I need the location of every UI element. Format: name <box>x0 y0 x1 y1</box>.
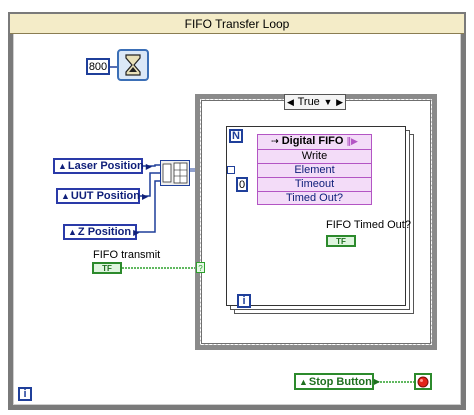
uut-position-control[interactable]: ▲ UUT Position ▶ <box>56 188 148 204</box>
wire-z <box>137 180 160 233</box>
terminal-arrow-icon: ▶ <box>145 161 152 171</box>
fifo-queue-icon: ∥▶ <box>346 136 358 146</box>
fifo-timed-out-label: FIFO Timed Out? <box>326 219 411 231</box>
timeout-constant[interactable]: 0 <box>236 177 248 192</box>
build-array-icon <box>162 162 188 184</box>
while-loop-iteration-terminal: i <box>18 387 32 401</box>
hourglass-icon <box>125 54 141 76</box>
laser-position-control[interactable]: ▲ Laser Position ▶ <box>53 158 152 174</box>
dropdown-arrow-icon[interactable]: ▼ <box>323 97 332 107</box>
terminal-arrow-icon: ▶ <box>133 227 140 237</box>
terminal-arrow-icon: ▶ <box>141 191 149 201</box>
case-selector-terminal[interactable]: ? <box>196 262 205 273</box>
fifo-header: ⇢ Digital FIFO ∥▶ <box>258 135 371 148</box>
loop-condition-terminal[interactable] <box>414 373 432 390</box>
z-position-control[interactable]: ▲ Z Position ▶ <box>63 224 140 240</box>
stop-button-control[interactable]: ▲ Stop Button ▶ <box>294 373 380 390</box>
build-array-node[interactable] <box>160 160 190 186</box>
stop-led-icon <box>417 376 429 387</box>
fifo-transmit-control[interactable]: TF <box>92 262 122 274</box>
wait-ms-constant[interactable]: 800 <box>86 58 110 75</box>
wait-timer-icon[interactable] <box>117 49 149 81</box>
increment-arrow-icon[interactable]: ▶ <box>336 97 343 108</box>
fifo-transmit-label: FIFO transmit <box>93 249 161 261</box>
digital-fifo-write-node[interactable]: ⇢ Digital FIFO ∥▶ Write Element Timeout … <box>257 134 372 205</box>
fifo-timed-out-indicator[interactable]: TF <box>326 235 356 247</box>
for-loop-count-terminal[interactable]: N <box>229 129 243 143</box>
terminal-arrow-icon: ▶ <box>373 377 381 386</box>
for-loop-iteration-terminal: i <box>237 294 251 308</box>
fifo-method: Write <box>258 149 371 163</box>
arrow-icon: ▲ <box>68 227 77 237</box>
arrow-icon: ▲ <box>299 376 308 387</box>
fifo-timed-out-terminal[interactable]: Timed Out? <box>258 191 371 205</box>
arrow-icon: ▲ <box>61 191 70 201</box>
case-selector[interactable]: ◀ True ▼ ▶ <box>284 94 346 110</box>
fifo-timeout-terminal[interactable]: Timeout <box>258 177 371 191</box>
arrow-icon: ▲ <box>58 161 67 171</box>
fifo-element-terminal[interactable]: Element <box>258 163 371 177</box>
auto-index-tunnel[interactable] <box>227 166 235 174</box>
fifo-arrow-icon: ⇢ <box>271 136 279 146</box>
decrement-arrow-icon[interactable]: ◀ <box>287 97 294 108</box>
